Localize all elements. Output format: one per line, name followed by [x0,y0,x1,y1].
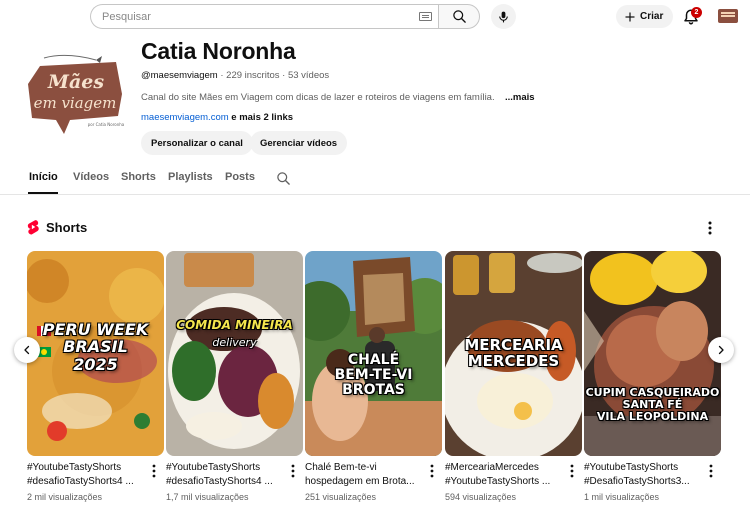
more-links[interactable]: e mais 2 links [231,112,293,123]
short-views: 594 visualizações [445,492,517,502]
tab-posts[interactable]: Posts [225,171,255,183]
more-vert-icon[interactable] [286,463,300,479]
subscriber-count: 229 inscritos [226,70,280,81]
channel-links: maesemviagem.com e mais 2 links [141,112,293,123]
search-button[interactable] [438,4,480,29]
short-title-line: #MerceariaMercedes [445,462,539,473]
channel-logo: Mães em viagem por Catia Noronha [26,54,128,140]
carousel-next-button[interactable] [708,337,734,363]
manage-videos-button[interactable]: Gerenciar vídeos [250,131,348,155]
chevron-right-icon [718,345,724,355]
short-overlay-text: PERU WEEK BRASIL 2025 [42,320,149,374]
short-title[interactable]: #MerceariaMercedes #YoutubeTastyShorts .… [445,461,565,489]
video-count: 53 vídeos [287,70,330,81]
shorts-icon [27,220,39,235]
channel-link[interactable]: maesemviagem.com [141,112,229,123]
logo-byline: por Catia Noronha [88,122,125,127]
create-label: Criar [640,11,664,22]
short-overlay-text: MERCEARIA MERCEDES [464,336,563,371]
shorts-section-title: Shorts [26,219,87,235]
short-title-line: hospedagem em Brota... [305,476,415,487]
top-bar: Criar 2 [0,0,750,34]
more-vert-icon[interactable] [425,463,439,479]
short-overlay-text: CHALÉ BEM-TE-VI BROTAS [334,352,413,399]
channel-meta: @maesemviagem · 229 inscritos · 53 vídeo… [141,70,329,81]
short-title-line: #YoutubeTastyShorts ... [445,476,551,487]
short-title-line: #YoutubeTastyShorts [584,462,679,473]
notification-badge: 2 [691,7,702,18]
description-more-link[interactable]: ...mais [505,92,535,103]
search-icon[interactable] [276,171,291,186]
short-title[interactable]: Chalé Bem-te-vi hospedagem em Brota... [305,461,425,489]
logo-line1: Mães [47,71,104,93]
tab-shorts[interactable]: Shorts [121,171,156,183]
short-views: 1 mil visualizações [584,492,660,502]
short-overlay-subtext: delivery [212,336,257,349]
short-thumbnail[interactable]: CUPIM CASQUEIRADO SANTA FÉ VILA LEOPOLDI… [584,251,721,456]
tab-playlists[interactable]: Playlists [168,171,213,183]
search-box [90,4,480,29]
channel-handle: @maesemviagem [141,70,218,81]
more-vert-icon[interactable] [147,463,161,479]
short-title-line: #desafioTastyShorts4 ... [27,476,134,487]
meta-separator: · [220,70,224,81]
channel-name: Catia Noronha [141,38,296,64]
more-vert-icon[interactable] [565,463,579,479]
account-avatar[interactable] [718,9,738,23]
short-thumbnail[interactable]: COMIDA MINEIRA delivery [166,251,303,456]
plus-icon [625,12,635,21]
short-overlay-text: CUPIM CASQUEIRADO SANTA FÉ VILA LEOPOLDI… [585,386,720,423]
tab-inicio[interactable]: Início [29,171,58,183]
customize-channel-button[interactable]: Personalizar o canal [141,131,253,155]
short-title-line: #DesafioTastyShorts3... [584,476,690,487]
logo-line2: em viagem [34,94,117,112]
more-vert-icon[interactable] [704,463,718,479]
channel-description[interactable]: Canal do site Mães em Viagem com dicas d… [141,92,495,103]
short-title-line: #YoutubeTastyShorts [27,462,122,473]
create-button[interactable]: Criar [616,5,674,28]
mic-icon [499,11,508,22]
channel-tabs: Início Vídeos Shorts Playlists Posts [0,163,750,195]
active-tab-indicator [28,192,58,194]
short-thumbnail[interactable]: PERU WEEK BRASIL 2025 [27,251,164,456]
short-thumbnail[interactable]: CHALÉ BEM-TE-VI BROTAS [305,251,442,456]
voice-search-button[interactable] [491,4,516,29]
search-icon [452,10,466,23]
more-vert-icon[interactable] [702,220,718,236]
search-input[interactable] [90,4,438,29]
short-title-line: #desafioTastyShorts4 ... [166,476,273,487]
short-title[interactable]: #YoutubeTastyShorts #DesafioTastyShorts3… [584,461,704,489]
short-thumbnail[interactable]: MERCEARIA MERCEDES [445,251,582,456]
short-title[interactable]: #YoutubeTastyShorts #desafioTastyShorts4… [166,461,286,489]
chevron-left-icon [24,345,30,355]
short-title-line: Chalé Bem-te-vi [305,462,377,473]
short-overlay-text: COMIDA MINEIRA [176,318,293,332]
short-title[interactable]: #YoutubeTastyShorts #desafioTastyShorts4… [27,461,147,489]
tab-videos[interactable]: Vídeos [73,171,109,183]
short-views: 251 visualizações [305,492,377,502]
short-title-line: #YoutubeTastyShorts [166,462,261,473]
shorts-title-label: Shorts [46,219,88,235]
short-views: 1,7 mil visualizações [166,492,249,502]
short-views: 2 mil visualizações [27,492,103,502]
keyboard-icon[interactable] [419,12,432,21]
meta-separator: · [282,70,286,81]
carousel-prev-button[interactable] [14,337,40,363]
